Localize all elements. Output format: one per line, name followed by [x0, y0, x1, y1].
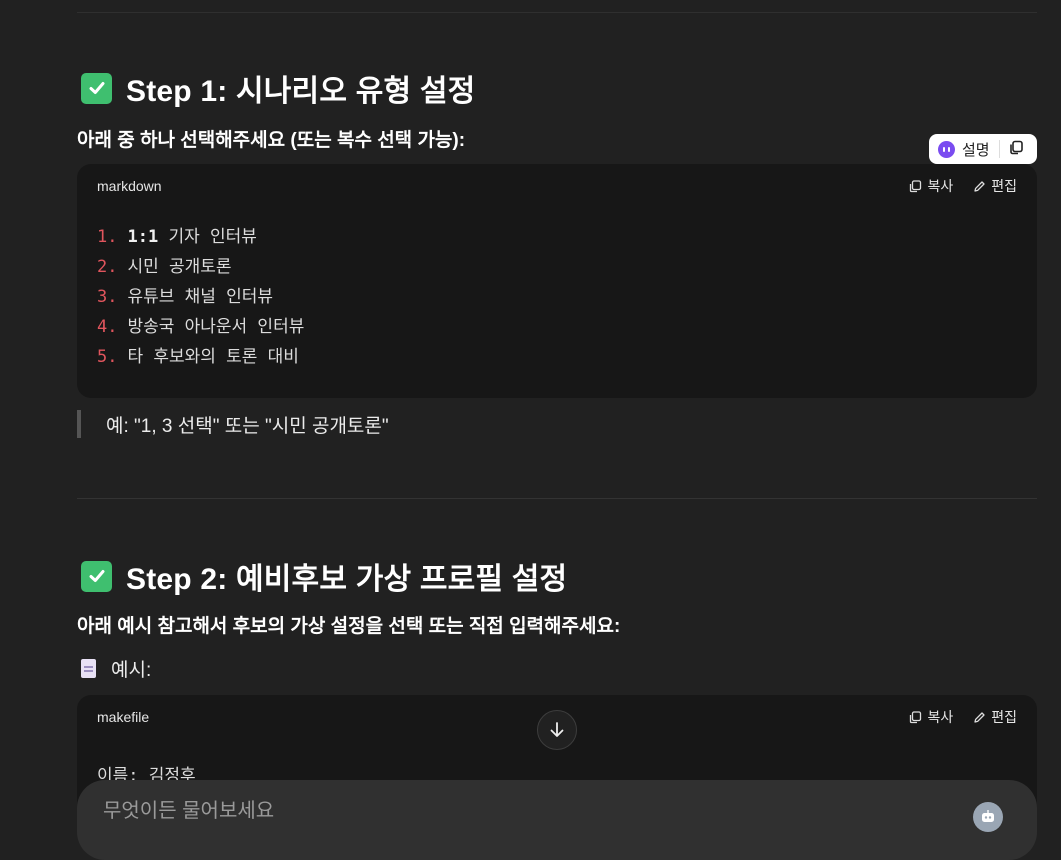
- document-icon: [81, 659, 96, 678]
- step1-subtitle: 아래 중 하나 선택해주세요 (또는 복수 선택 가능):: [77, 130, 466, 151]
- robot-icon: [982, 810, 994, 822]
- bot-icon: [938, 140, 955, 158]
- pencil-icon: [974, 711, 985, 723]
- step2-heading: Step 2: 예비후보 가상 프로필 설정: [81, 554, 567, 598]
- code-line: 4. 방송국 아나운서 인터뷰: [97, 317, 305, 337]
- edit-code-button[interactable]: 편집: [973, 707, 1017, 727]
- example-label-row: 예시:: [81, 655, 151, 682]
- copy-code-button[interactable]: 복사: [909, 176, 953, 196]
- pencil-icon: [974, 180, 985, 192]
- divider: [77, 498, 1037, 499]
- code-line: 5. 타 후보와의 토론 대비: [97, 347, 299, 367]
- step1-heading: Step 1: 시나리오 유형 설정: [81, 66, 475, 110]
- check-mark-icon: [81, 560, 112, 592]
- copy-icon: [910, 710, 922, 723]
- explain-button[interactable]: 설명: [929, 134, 1037, 164]
- scroll-down-button[interactable]: [537, 710, 577, 750]
- agent-button[interactable]: [973, 802, 1003, 832]
- edit-code-button[interactable]: 편집: [973, 176, 1017, 196]
- code-header: markdown 복사 편집: [77, 164, 1037, 208]
- composer: [77, 780, 1037, 860]
- divider: [77, 12, 1037, 13]
- code-block-markdown: markdown 복사 편집 1. 1:1 기자 인터뷰 2. 시민 공개토론 3.…: [77, 164, 1037, 398]
- copy-code-button[interactable]: 복사: [909, 707, 953, 727]
- code-line: 2. 시민 공개토론: [97, 257, 232, 277]
- arrow-down-icon: [550, 722, 564, 737]
- code-language: makefile: [97, 709, 150, 725]
- example-quote: 예: "1, 3 선택" 또는 "시민 공개토론": [77, 410, 389, 438]
- copy-icon[interactable]: [1009, 140, 1024, 159]
- copy-icon: [910, 179, 922, 192]
- prompt-input[interactable]: [103, 800, 903, 823]
- step1-title: Step 1: 시나리오 유형 설정: [126, 75, 476, 108]
- code-line: 1. 1:1 기자 인터뷰: [97, 227, 257, 247]
- code-content: 1. 1:1 기자 인터뷰 2. 시민 공개토론 3. 유튜브 채널 인터뷰 4. 방송…: [77, 208, 1037, 392]
- code-language: markdown: [97, 178, 162, 194]
- step2-title: Step 2: 예비후보 가상 프로필 설정: [126, 563, 568, 596]
- explain-label: 설명: [962, 141, 990, 159]
- example-label: 예시:: [111, 660, 152, 681]
- code-line: 3. 유튜브 채널 인터뷰: [97, 287, 274, 307]
- check-mark-icon: [81, 72, 112, 104]
- step2-subtitle: 아래 예시 참고해서 후보의 가상 설정을 선택 또는 직접 입력해주세요:: [77, 616, 621, 637]
